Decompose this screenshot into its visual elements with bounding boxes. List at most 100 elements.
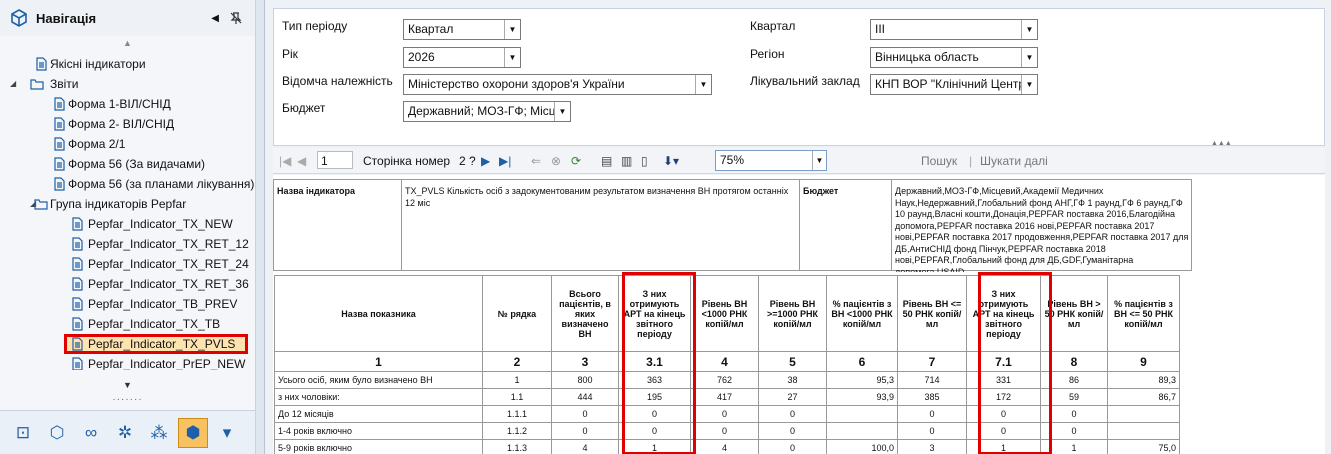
column-header-cell: 5	[758, 351, 827, 372]
column-header-cell: 6	[826, 351, 898, 372]
tree-item[interactable]: Якісні індикатори	[0, 54, 255, 74]
tree-item[interactable]: Pepfar_Indicator_TX_RET_12	[0, 234, 255, 254]
chevron-down-icon[interactable]: ▼	[812, 151, 826, 170]
budget-select[interactable]: Державний; МОЗ-ГФ; Місц ▼	[403, 101, 571, 122]
refresh-icon[interactable]: ⟳	[571, 152, 581, 170]
document-icon	[72, 277, 83, 291]
table-cell: 195	[618, 388, 691, 406]
column-header-cell: 1	[274, 351, 483, 372]
table-cell: 1	[1040, 439, 1108, 454]
table-cell: 0	[1040, 405, 1108, 423]
stop-icon[interactable]: ⊗	[551, 152, 561, 170]
table-cell: 0	[618, 405, 691, 423]
column-header-cell: З них отримують АРТ на кінець звітного п…	[618, 275, 691, 352]
tree-folder[interactable]: ◢ Звіти	[0, 74, 255, 94]
tree-item[interactable]: Форма 56 (за планами лікування)	[0, 174, 255, 194]
chevron-down-icon[interactable]: ▼	[504, 20, 520, 39]
zoom-select[interactable]: 75% ▼	[715, 150, 827, 171]
tree-item[interactable]: Pepfar_Indicator_TX_RET_24	[0, 254, 255, 274]
table-cell: 0	[897, 405, 967, 423]
cubes-button[interactable]: ⬡	[42, 418, 72, 448]
table-cell	[826, 405, 898, 423]
region-value: Вінницька область	[875, 50, 979, 64]
gear-button[interactable]: ✲	[110, 418, 140, 448]
tree-item[interactable]: Форма 1-ВІЛ/СНІД	[0, 94, 255, 114]
table-cell: 1.1	[482, 388, 552, 406]
print-layout-icon[interactable]: ▥	[621, 152, 632, 170]
panel-splitter[interactable]	[256, 0, 264, 454]
tree-item[interactable]: Pepfar_Indicator_TB_PREV	[0, 294, 255, 314]
department-select[interactable]: Міністерство охорони здоров'я України ▼	[403, 74, 712, 95]
chevron-down-icon[interactable]: ▼	[1021, 20, 1037, 39]
budget-title-label: Бюджет	[803, 186, 839, 196]
budget-value-text: Державний,МОЗ-ГФ,Місцевий,Академії Медич…	[895, 186, 1189, 272]
document-icon	[54, 97, 65, 111]
scroll-down-icon[interactable]: ▼	[0, 380, 255, 390]
tree-item[interactable]: Pepfar_Indicator_TX_PVLS	[64, 334, 248, 354]
chevron-down-icon[interactable]: ▼	[1021, 48, 1037, 67]
facility-select[interactable]: КНП ВОР "Клінічний Центр ▼	[870, 74, 1038, 95]
camera-folder-button[interactable]: ⊡	[8, 418, 38, 448]
year-select[interactable]: 2026 ▼	[403, 47, 521, 68]
tree-item[interactable]: Pepfar_Indicator_TX_NEW	[0, 214, 255, 234]
chevron-down-icon[interactable]: ▼	[1021, 75, 1037, 94]
tree-item[interactable]: Форма 2/1	[0, 134, 255, 154]
indicator-name-label: Назва індикатора	[277, 186, 355, 196]
table-cell: 4	[690, 439, 759, 454]
column-header-cell: 3	[551, 351, 619, 372]
tree-item[interactable]: Форма 56 (За видачами)	[0, 154, 255, 174]
period-type-select[interactable]: Квартал ▼	[403, 19, 521, 40]
column-header-cell: Рівень ВН >=1000 РНК копій/мл	[758, 275, 827, 352]
header-divider	[799, 180, 800, 270]
chevron-down-icon[interactable]: ▼	[554, 102, 570, 121]
toolbar-separator: |	[969, 154, 973, 168]
tree-item[interactable]: Pepfar_Indicator_PrEP_NEW	[0, 354, 255, 370]
department-value: Міністерство охорони здоров'я України	[408, 77, 625, 91]
dropdown-arrow-button[interactable]: ▾	[212, 418, 242, 448]
export-icon[interactable]: ⬇▾	[663, 152, 679, 170]
collapse-params-grip[interactable]: ▲▲▲	[1211, 140, 1232, 147]
table-cell: 0	[966, 422, 1041, 440]
page-number-input[interactable]: 1	[317, 151, 353, 169]
cube-button[interactable]: ⬢	[178, 417, 208, 448]
print-icon[interactable]: ▤	[601, 152, 612, 170]
cube-logo-icon	[11, 9, 27, 27]
table-row: Усього осіб, яким було визначено ВН 1 800 3…	[274, 371, 1180, 389]
chevron-down-icon[interactable]: ▼	[504, 48, 520, 67]
pin-icon[interactable]	[229, 11, 243, 25]
quarter-value: III	[875, 22, 886, 36]
region-select[interactable]: Вінницька область ▼	[870, 47, 1038, 68]
find-next-link[interactable]: Шукати далі	[980, 152, 1048, 170]
tree-folder[interactable]: ◢ Група індикаторів Pepfar	[0, 194, 255, 214]
tree-item[interactable]: Форма 2- ВІЛ/СНІД	[0, 114, 255, 134]
table-cell: 4	[551, 439, 619, 454]
document-icon	[54, 177, 65, 191]
last-page-icon[interactable]: ▶|	[499, 152, 511, 170]
search-link[interactable]: Пошук	[921, 152, 957, 170]
expand-toggle-icon[interactable]: ◢	[10, 74, 16, 94]
tree-item[interactable]: Pepfar_Indicator_TX_TB	[0, 314, 255, 334]
binoculars-button[interactable]: ∞	[76, 418, 106, 448]
tree-item-label: Pepfar_Indicator_TX_PVLS	[88, 337, 236, 351]
row-name-cell: 5-9 років включно	[274, 439, 483, 454]
collapse-panel-icon[interactable]: ◀	[211, 13, 219, 24]
chevron-down-icon[interactable]: ▼	[695, 75, 711, 94]
document-icon	[72, 217, 83, 231]
molecule-button[interactable]: ⁂	[144, 418, 174, 448]
page-setup-icon[interactable]: ▯	[641, 152, 648, 170]
tree-item-label: Pepfar_Indicator_TX_TB	[88, 317, 221, 331]
tree-item-label: Група індикаторів Pepfar	[50, 197, 187, 211]
tree-item[interactable]: Pepfar_Indicator_TX_RET_36	[0, 274, 255, 294]
table-cell: 100,0	[826, 439, 898, 454]
back-icon[interactable]: ⇐	[531, 152, 541, 170]
first-page-icon[interactable]: |◀	[279, 152, 291, 170]
facility-value: КНП ВОР "Клінічний Центр	[875, 77, 1026, 91]
resize-grip[interactable]: ·······	[0, 394, 255, 405]
document-icon	[36, 57, 47, 71]
department-label: Відомча належність	[282, 74, 393, 88]
quarter-select[interactable]: III ▼	[870, 19, 1038, 40]
previous-page-icon[interactable]: ◀	[297, 152, 306, 170]
next-page-icon[interactable]: ▶	[481, 152, 490, 170]
scroll-up-icon[interactable]: ▲	[0, 36, 255, 50]
binoculars-icon: ∞	[84, 422, 98, 442]
